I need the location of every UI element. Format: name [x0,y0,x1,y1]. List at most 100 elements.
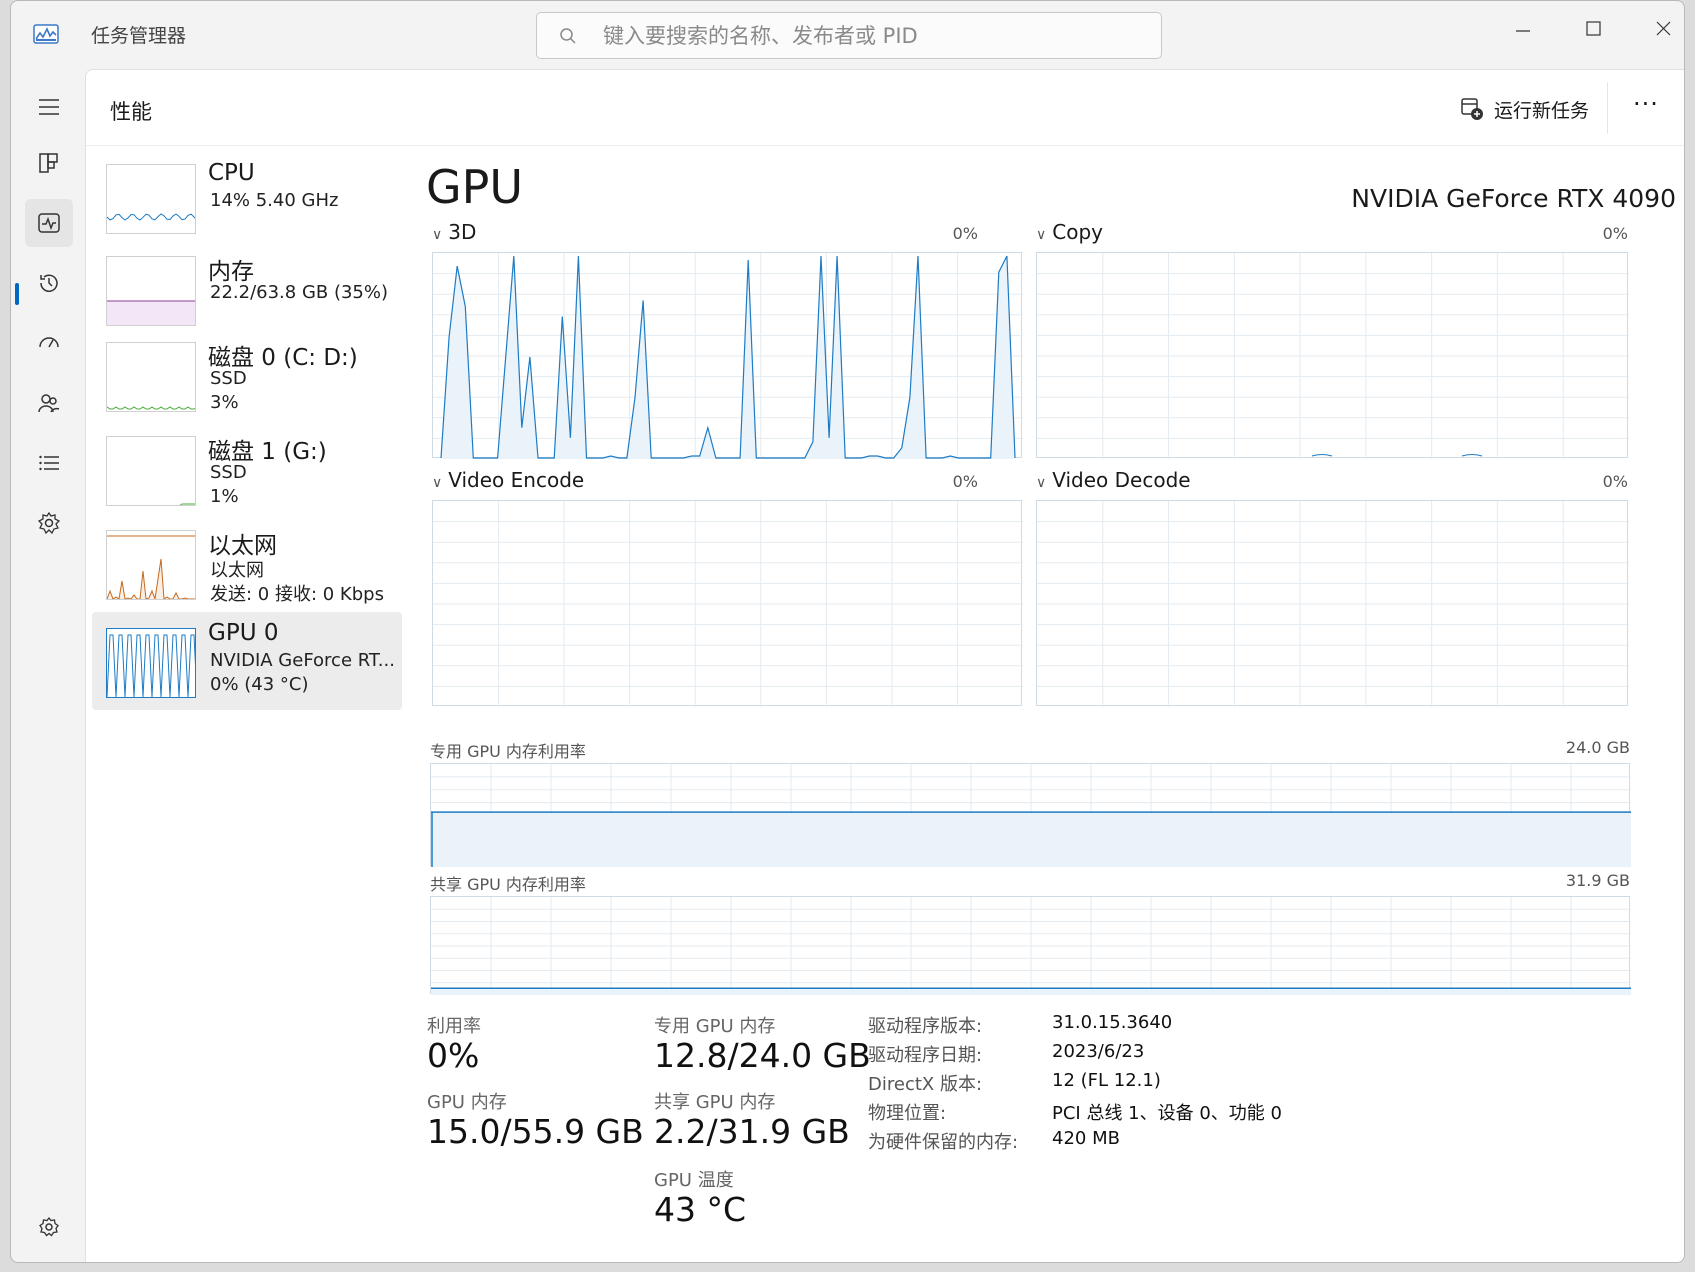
gpu-temperature-value: 43 °C [654,1190,747,1229]
sidebar-item-5[interactable]: GPU 0 NVIDIA GeForce RT... 0% (43 °C) [92,612,402,710]
sidebar-item-detail: SSD [210,462,247,483]
grid-lines [1037,501,1629,707]
maximize-icon [1586,21,1601,36]
thumbnail-chart [107,634,195,697]
search-input[interactable] [603,21,1143,51]
maximize-button[interactable] [1563,9,1623,49]
shared-memory-max: 31.9 GB [1565,871,1630,890]
nav-details[interactable] [25,439,73,487]
search-box[interactable] [536,12,1162,59]
engine-label: Video Encode [448,468,585,492]
nav-app-history[interactable] [25,259,73,307]
sidebar-item-detail: 3% [210,392,239,413]
sidebar-item-2[interactable]: 磁盘 0 (C: D:) SSD 3% [92,330,402,428]
dedicated-memory-fill [431,812,1631,867]
info-label: DirectX 版本: [868,1074,983,1095]
info-value: PCI 总线 1、设备 0、功能 0 [1052,1103,1282,1124]
dedicated-memory-max: 24.0 GB [1565,738,1630,757]
hamburger-menu-button[interactable] [25,83,73,131]
gpu-title: GPU [426,160,524,214]
sidebar-item-name: 以太网 [208,533,277,559]
grid-lines [433,501,1023,707]
history-icon [40,274,58,292]
sidebar-item-3[interactable]: 磁盘 1 (G:) SSD 1% [92,424,402,522]
graph-video-decode [1036,500,1629,707]
main-panel: 性能 运行新任务 ··· CPU 14% 5.40 GHz 内存 22.2/63.8 … [85,69,1684,1262]
engine-selector-copy[interactable]: ∨ Copy [1036,220,1103,244]
dedicated-memory-label: 专用 GPU 内存利用率 [430,742,586,761]
grid-copy [1037,253,1629,459]
sidebar-item-4[interactable]: 以太网 以太网 发送: 0 接收: 0 Kbps [92,518,402,616]
engine-label: Video Decode [1052,468,1191,492]
sidebar-item-name: GPU 0 [208,620,279,646]
thumbnail-line [107,634,195,697]
info-label: 驱动程序版本: [868,1016,983,1037]
engine-selector-3d[interactable]: ∨ 3D [432,220,476,244]
dedicated-memory-graph [430,763,1631,867]
title-bar: 任务管理器 [11,1,1684,69]
thumbnail-graph [106,530,196,600]
nav-processes[interactable] [25,139,73,187]
engine-selector-video-decode[interactable]: ∨ Video Decode [1036,468,1191,492]
thumbnail-graph [106,436,196,506]
nav-performance[interactable] [25,199,73,247]
sidebar-item-detail: NVIDIA GeForce RT... [210,650,395,671]
sidebar-item-detail: 0% (43 °C) [210,674,309,695]
sidebar-item-name: 内存 [208,259,254,285]
shared-memory-label: 共享 GPU 内存利用率 [430,875,586,894]
minimize-icon [1516,30,1530,32]
graph-3d [432,252,1023,459]
thumbnail-chart [179,503,195,505]
utilization-value: 0% [427,1036,480,1075]
info-value: 12 (FL 12.1) [1052,1070,1161,1091]
grid-video-encode [433,501,1023,707]
nav-startup-apps[interactable] [25,319,73,367]
sidebar-item-name: CPU [208,160,255,186]
chevron-down-icon: ∨ [1036,475,1047,491]
engine-selector-video-encode[interactable]: ∨ Video Encode [432,468,584,492]
thumbnail-chart [107,406,195,410]
chevron-down-icon: ∨ [432,227,443,243]
thumbnail-line [107,213,195,221]
info-label: 为硬件保留的内存: [868,1132,1019,1153]
chevron-down-icon: ∨ [1036,227,1047,243]
chevron-down-icon: ∨ [432,475,443,491]
nav-users[interactable] [25,379,73,427]
thumbnail-line [107,558,195,599]
grid-video-decode [1037,501,1629,707]
thumbnail-graph [106,256,196,326]
close-icon [1656,21,1671,36]
gpu-3d-area [441,256,1015,459]
shared-memory-graph [430,896,1631,995]
info-value: 420 MB [1052,1128,1120,1149]
more-options-button[interactable]: ··· [1626,90,1666,126]
close-button[interactable] [1633,9,1684,49]
sidebar-item-name: 磁盘 0 (C: D:) [208,345,358,371]
performance-icon [38,213,60,233]
sidebar-item-1[interactable]: 内存 22.2/63.8 GB (35%) [92,244,402,342]
nav-settings[interactable] [25,1203,73,1251]
sidebar-item-0[interactable]: CPU 14% 5.40 GHz [92,152,402,250]
sidebar-item-name: 磁盘 1 (G:) [208,439,327,465]
sidebar-item-detail: 以太网 [210,560,264,581]
gpu-memory-value: 15.0/55.9 GB [427,1112,644,1151]
nav-services[interactable] [25,499,73,547]
engine-percent: 0% [952,472,978,491]
dedicated-gpu-memory-value: 12.8/24.0 GB [654,1036,871,1075]
sidebar-item-detail: SSD [210,368,247,389]
thumbnail-chart [107,213,195,221]
header-separator [1607,82,1608,134]
thumbnail-line [179,503,195,505]
thumbnail-area [107,301,195,325]
engine-percent: 0% [1602,224,1628,243]
search-icon [559,27,577,45]
grid-lines [431,897,1631,995]
thumbnail-chart [107,300,195,325]
thumbnail-graph [106,342,196,412]
info-label: 驱动程序日期: [868,1045,983,1066]
minimize-button[interactable] [1493,9,1553,49]
settings-gear-icon [39,1216,59,1237]
run-new-task-button[interactable]: 运行新任务 [1460,94,1589,124]
thumbnail-line [107,406,195,410]
thumbnail-chart [107,535,195,599]
